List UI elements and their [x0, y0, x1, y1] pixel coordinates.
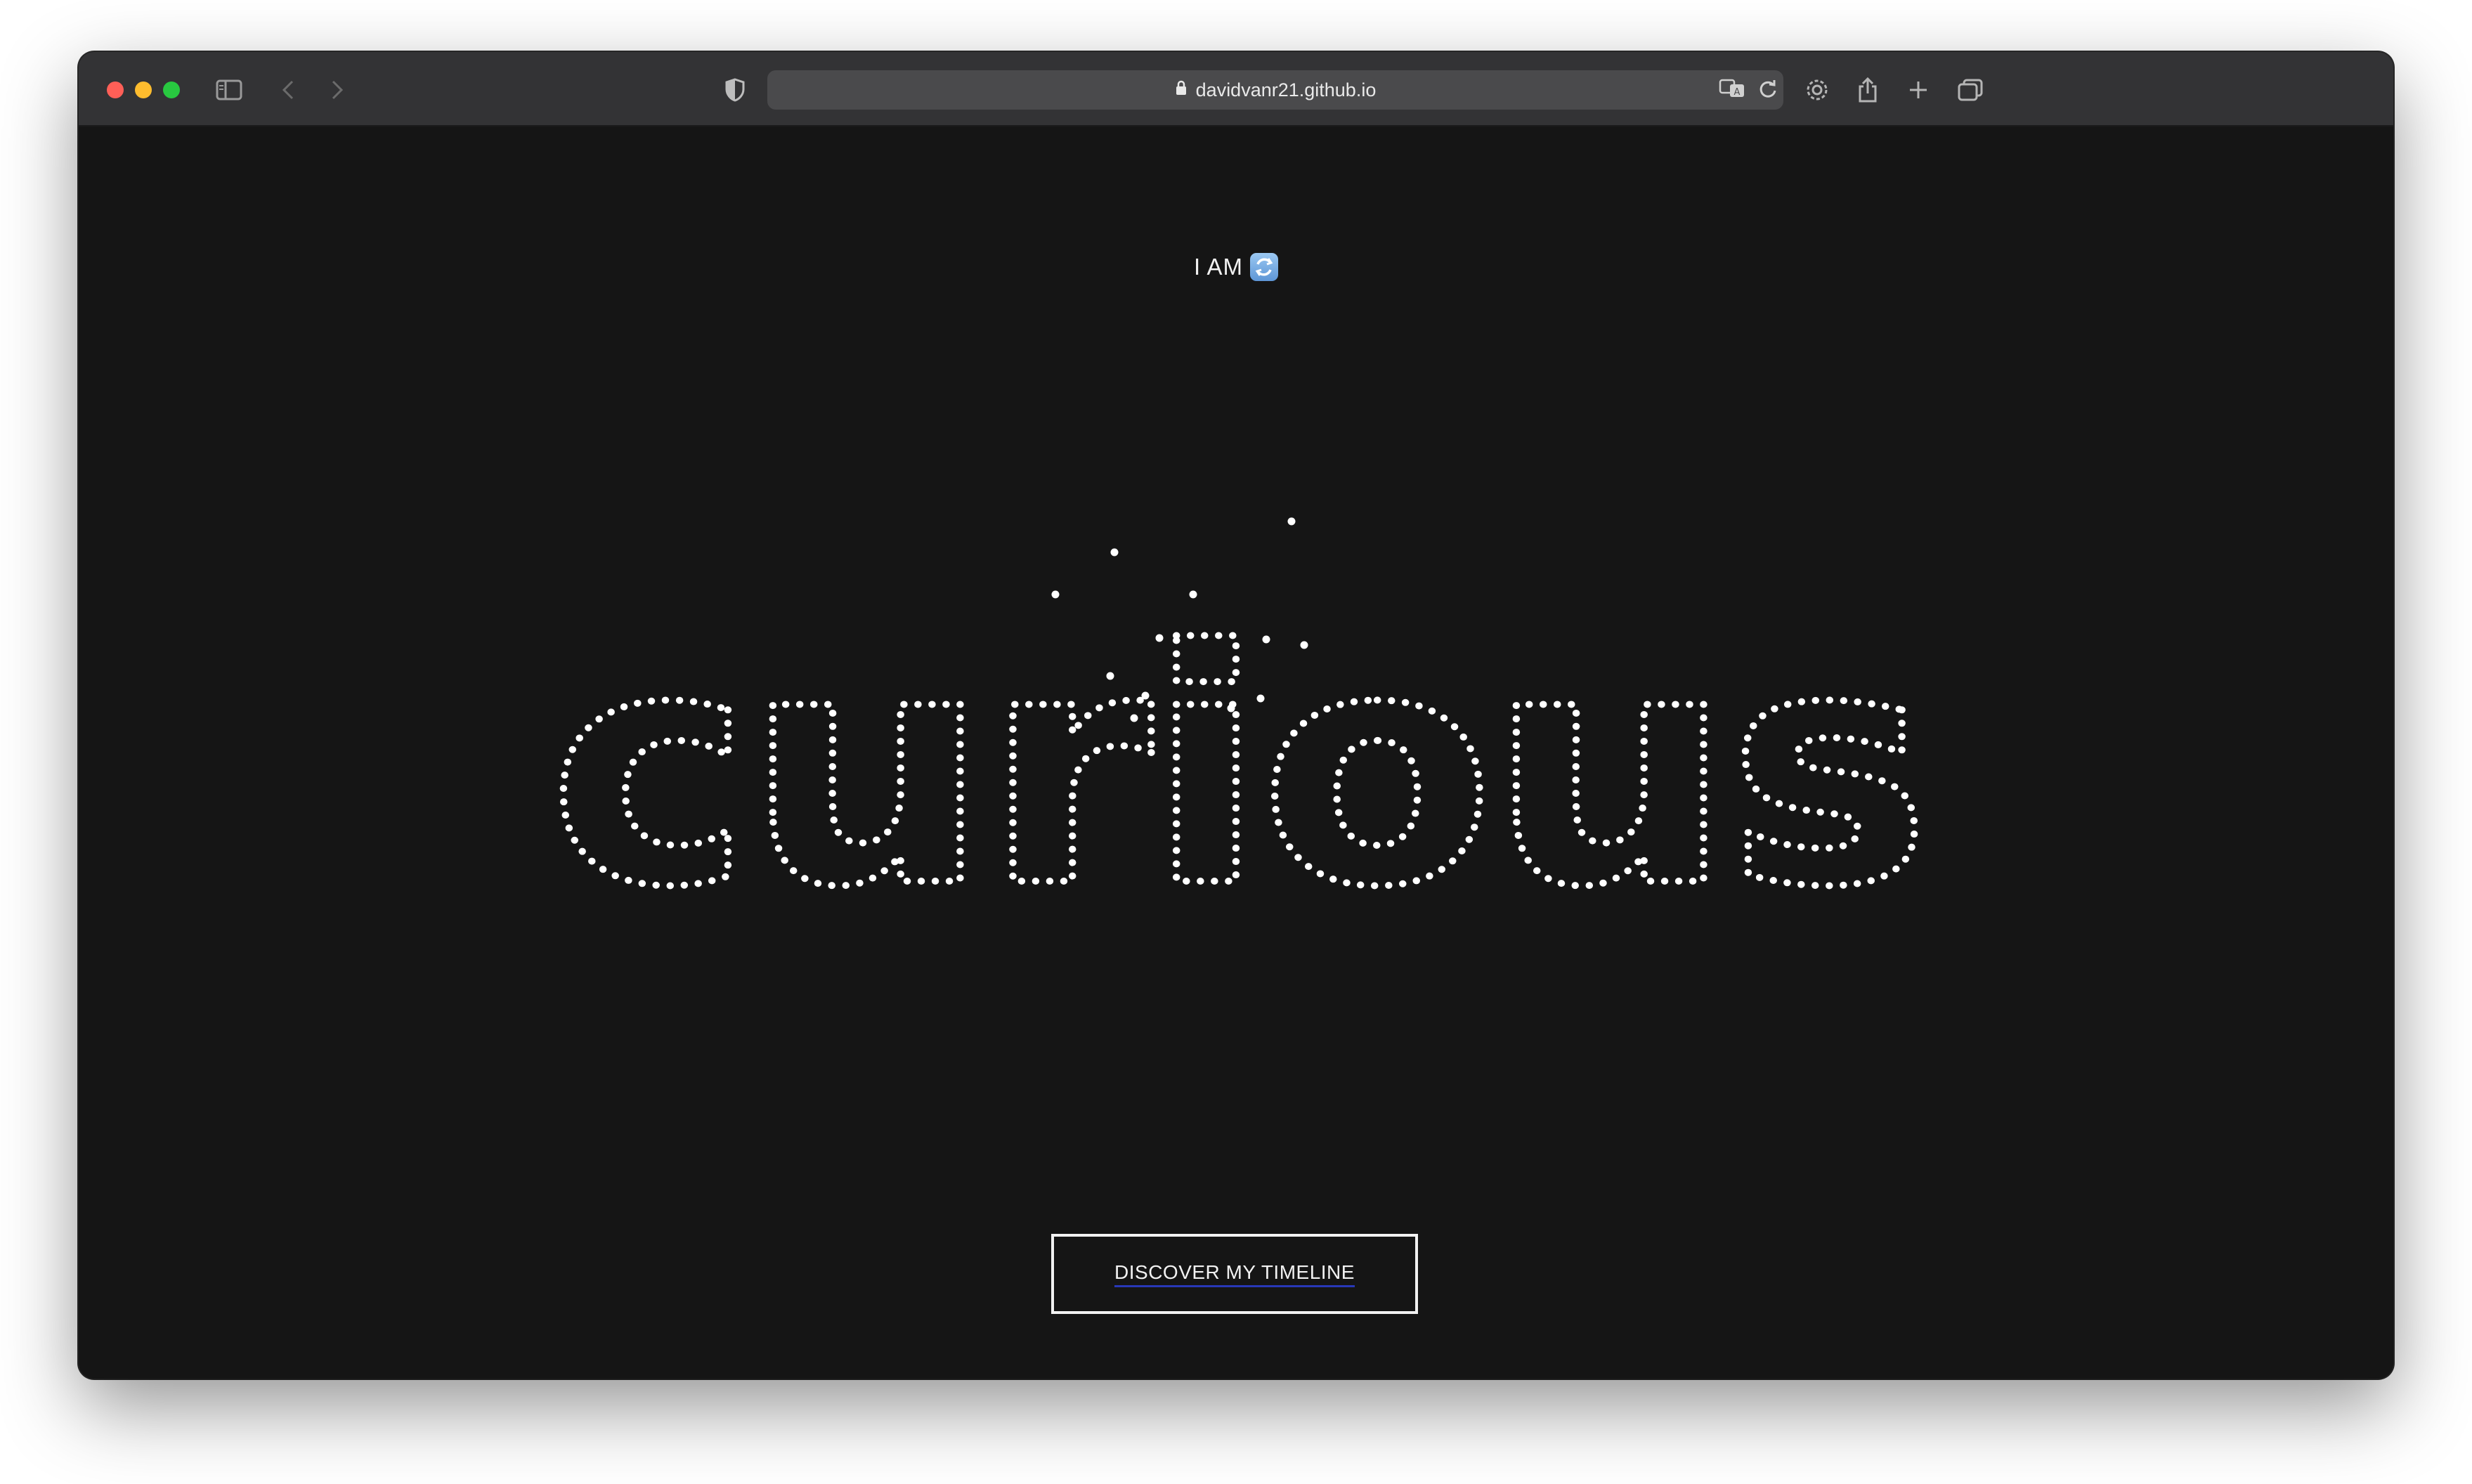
browser-window: davidvanr21.github.io A I AM curious DIS… [79, 52, 2393, 1379]
hero-word: curious [549, 582, 1926, 958]
sidebar-toggle-icon[interactable] [214, 74, 245, 105]
reload-icon[interactable] [1758, 78, 1778, 103]
page-content: I AM curious DISCOVER MY TIMELINE [79, 126, 2393, 1379]
settings-gear-icon[interactable] [1802, 74, 1833, 105]
minimize-window-button[interactable] [135, 82, 152, 98]
close-window-button[interactable] [107, 82, 124, 98]
discover-timeline-label: DISCOVER MY TIMELINE [1114, 1261, 1355, 1287]
browser-toolbar: davidvanr21.github.io A [79, 52, 2393, 126]
back-icon[interactable] [275, 74, 301, 105]
dotted-word-canvas: curious [545, 517, 1934, 961]
address-bar[interactable]: davidvanr21.github.io A [767, 70, 1783, 110]
translate-icon[interactable]: A [1719, 77, 1747, 103]
discover-timeline-button[interactable]: DISCOVER MY TIMELINE [1051, 1234, 1418, 1314]
lock-icon [1175, 79, 1188, 101]
new-tab-plus-icon[interactable] [1904, 74, 1932, 105]
privacy-shield-icon[interactable] [721, 74, 749, 105]
forward-icon[interactable] [325, 74, 350, 105]
tab-overview-icon[interactable] [1955, 74, 1986, 105]
share-icon[interactable] [1854, 74, 1882, 105]
url-text: davidvanr21.github.io [1195, 79, 1377, 100]
maximize-window-button[interactable] [163, 82, 180, 98]
svg-text:A: A [1734, 87, 1741, 98]
